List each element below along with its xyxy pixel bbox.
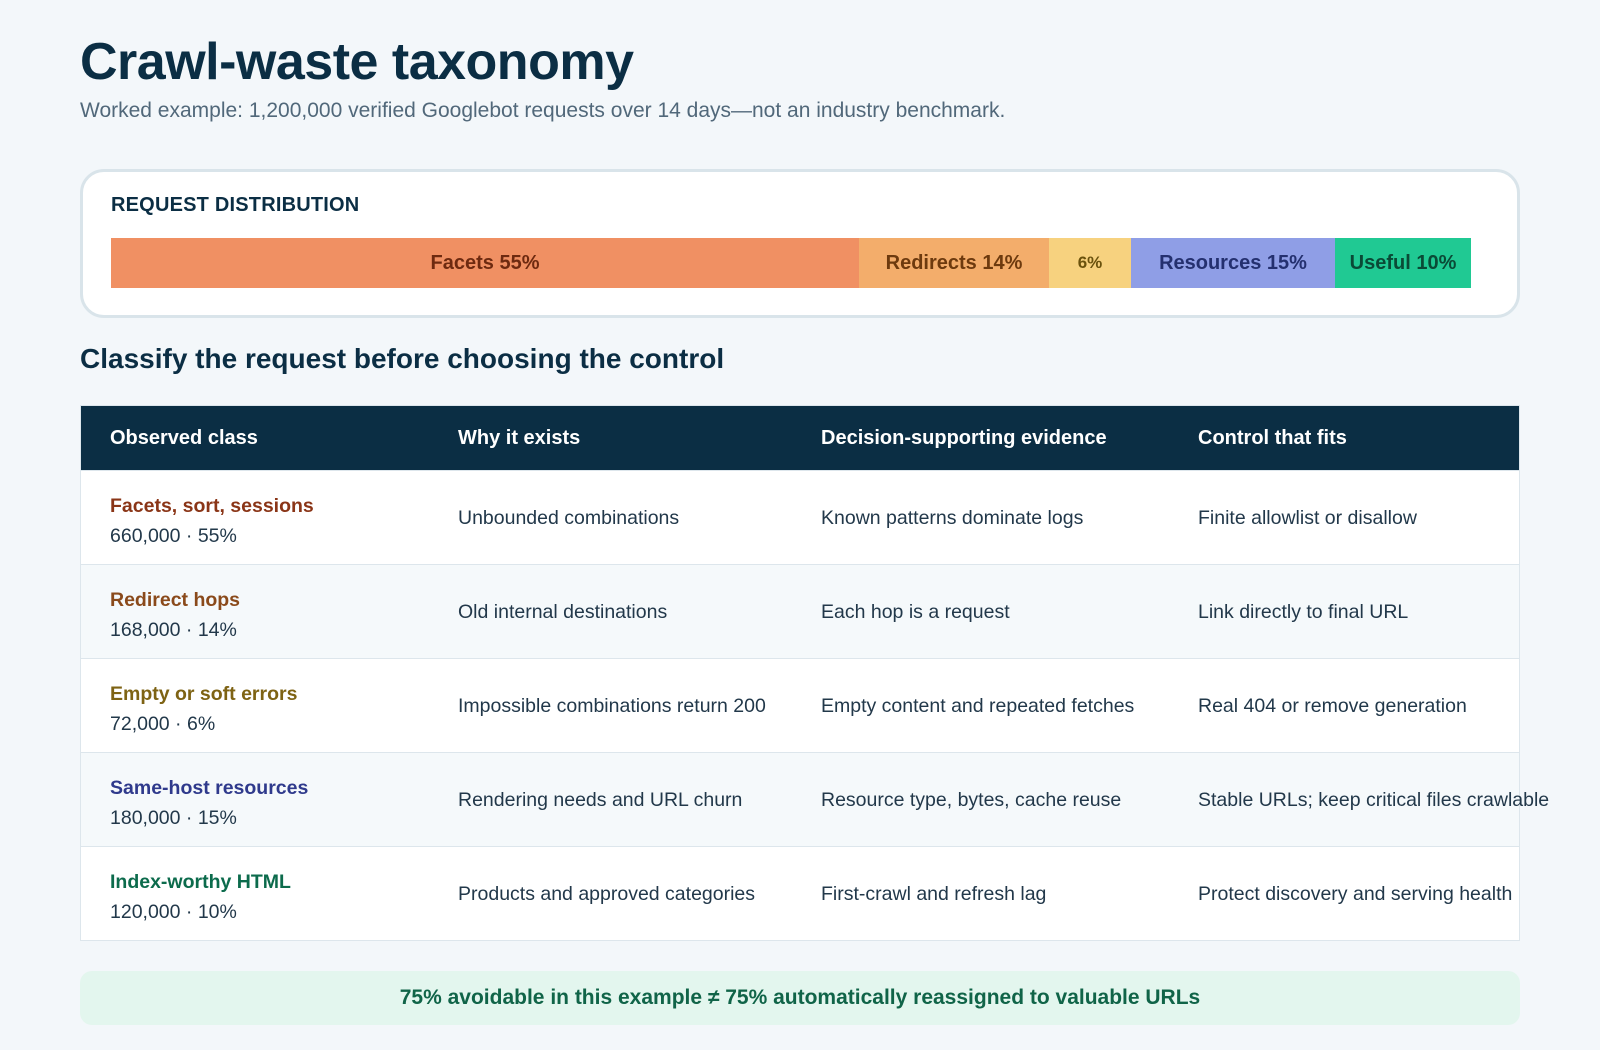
stacked-bar-chart: Facets 55% Redirects 14% 6% Resources 15% Us… (111, 238, 1471, 288)
class-name: Redirect hops (110, 589, 241, 611)
bar-segment-0: Facets 55% (111, 238, 859, 288)
bar-segment-2: 6% (1049, 238, 1131, 288)
section-title: Classify the request before choosing the… (80, 343, 725, 374)
table-row: Index-worthy HTML 120,000 · 10% Products a… (81, 846, 1519, 940)
control-cell: Protect discovery and serving health (1198, 882, 1513, 905)
evidence-cell: Known patterns dominate logs (821, 506, 1084, 529)
table-row: Same-host resources 180,000 · 15% Renderin… (81, 752, 1549, 846)
why-cell: Products and approved categories (458, 882, 756, 905)
control-cell: Finite allowlist or disallow (1198, 506, 1417, 529)
class-name: Index-worthy HTML (110, 871, 291, 893)
footer-note: 75% avoidable in this example ≠ 75% auto… (80, 971, 1520, 1025)
evidence-cell: First-crawl and refresh lag (821, 882, 1047, 905)
class-stat: 660,000 · 55% (110, 525, 237, 547)
column-header: Observed class (110, 426, 258, 449)
bar-segment-4: Useful 10% (1335, 238, 1471, 288)
table-row: Facets, sort, sessions 660,000 · 55% Unbou… (81, 470, 1519, 564)
class-stat: 120,000 · 10% (110, 901, 237, 923)
evidence-cell: Resource type, bytes, cache reuse (821, 788, 1122, 811)
control-cell: Real 404 or remove generation (1198, 694, 1467, 717)
control-cell: Link directly to final URL (1198, 600, 1409, 623)
page-subtitle: Worked example: 1,200,000 verified Googl… (80, 99, 1006, 122)
distribution-label: REQUEST DISTRIBUTION (111, 194, 360, 216)
control-cell: Stable URLs; keep critical files crawlab… (1198, 788, 1550, 811)
class-name: Same-host resources (110, 777, 309, 799)
evidence-cell: Empty content and repeated fetches (821, 694, 1135, 717)
column-header: Decision-supporting evidence (821, 426, 1107, 449)
why-cell: Unbounded combinations (458, 506, 680, 529)
table-header: Observed class Why it exists Decision-supp… (81, 406, 1519, 470)
class-name: Empty or soft errors (110, 683, 298, 705)
why-cell: Old internal destinations (458, 600, 668, 623)
page-title: Crawl-waste taxonomy (80, 33, 634, 91)
bar-segment-3: Resources 15% (1131, 238, 1335, 288)
evidence-cell: Each hop is a request (821, 600, 1010, 623)
table-row: Redirect hops 168,000 · 14% Old internal d… (81, 564, 1519, 658)
table-row: Empty or soft errors 72,000 · 6% Impossibl… (81, 658, 1519, 752)
class-stat: 72,000 · 6% (110, 713, 216, 735)
why-cell: Rendering needs and URL churn (458, 788, 743, 811)
bar-segment-1: Redirects 14% (859, 238, 1049, 288)
class-name: Facets, sort, sessions (110, 495, 314, 517)
column-header: Control that fits (1198, 426, 1347, 449)
class-stat: 180,000 · 15% (110, 807, 237, 829)
why-cell: Impossible combinations return 200 (458, 694, 766, 717)
class-stat: 168,000 · 14% (110, 619, 237, 641)
request-distribution-card: REQUEST DISTRIBUTION Facets 55% Redirects… (80, 169, 1520, 318)
taxonomy-table: Observed class Why it exists Decision-supp… (80, 405, 1549, 941)
column-header: Why it exists (458, 426, 581, 449)
